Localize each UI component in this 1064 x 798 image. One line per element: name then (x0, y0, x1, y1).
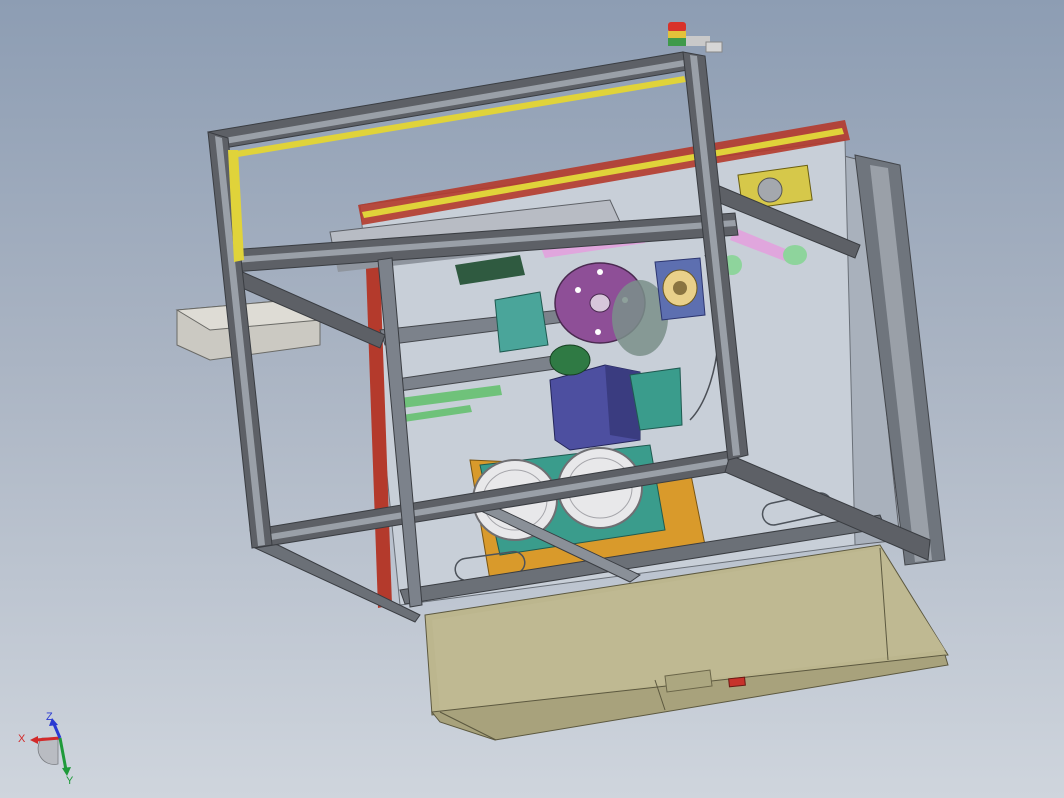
triad-x-label: X (18, 733, 26, 745)
red-indicator (728, 676, 746, 688)
model-viewport[interactable]: X Y Z (0, 0, 1064, 798)
triad-y-label: Y (66, 775, 74, 786)
coordinate-triad-icon: X Y Z (18, 711, 74, 787)
coordinate-triad: X Y Z (14, 708, 84, 787)
green-motor (549, 344, 591, 376)
machine-assembly-model[interactable] (0, 0, 1064, 798)
left-fixture (494, 291, 549, 353)
stack-light (668, 22, 723, 53)
triad-z-label: Z (46, 711, 53, 723)
rotary-disc-hub (589, 293, 611, 313)
